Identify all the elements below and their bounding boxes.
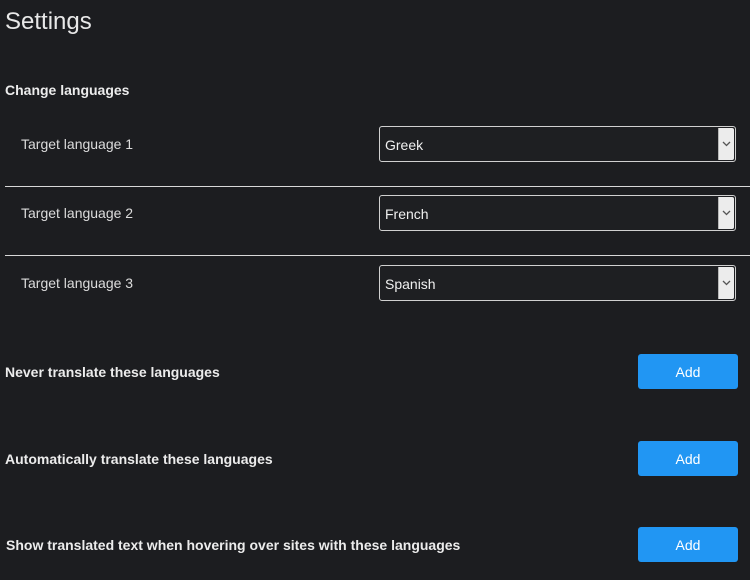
target-language-row-3: Target language 3 Spanish [5, 265, 750, 301]
never-translate-add-button[interactable]: Add [638, 354, 738, 389]
target-language-label-2: Target language 2 [21, 205, 134, 221]
target-language-label-3: Target language 3 [21, 275, 134, 291]
target-language-value-2: French [385, 206, 429, 222]
target-language-row-1: Target language 1 Greek [5, 126, 750, 162]
auto-translate-add-button[interactable]: Add [638, 441, 738, 476]
change-languages-heading: Change languages [5, 82, 130, 98]
chevron-down-icon [718, 267, 734, 299]
target-language-row-2: Target language 2 French [5, 195, 750, 231]
target-language-select-1[interactable]: Greek [379, 126, 736, 162]
hover-translate-row: Show translated text when hovering over … [0, 527, 750, 563]
page-title: Settings [5, 8, 92, 35]
auto-translate-row: Automatically translate these languages … [0, 441, 750, 477]
chevron-down-icon [718, 128, 734, 160]
target-language-select-2[interactable]: French [379, 195, 736, 231]
divider [5, 255, 750, 256]
settings-page: Settings Change languages Target languag… [0, 0, 750, 580]
hover-translate-label: Show translated text when hovering over … [6, 537, 461, 553]
divider [5, 186, 750, 187]
target-language-value-1: Greek [385, 137, 424, 153]
never-translate-row: Never translate these languages Add [0, 354, 750, 390]
hover-translate-add-button[interactable]: Add [638, 527, 738, 562]
never-translate-label: Never translate these languages [5, 364, 220, 380]
auto-translate-label: Automatically translate these languages [5, 451, 273, 467]
target-language-label-1: Target language 1 [21, 136, 134, 152]
target-language-select-3[interactable]: Spanish [379, 265, 736, 301]
target-language-value-3: Spanish [385, 276, 436, 292]
chevron-down-icon [718, 197, 734, 229]
